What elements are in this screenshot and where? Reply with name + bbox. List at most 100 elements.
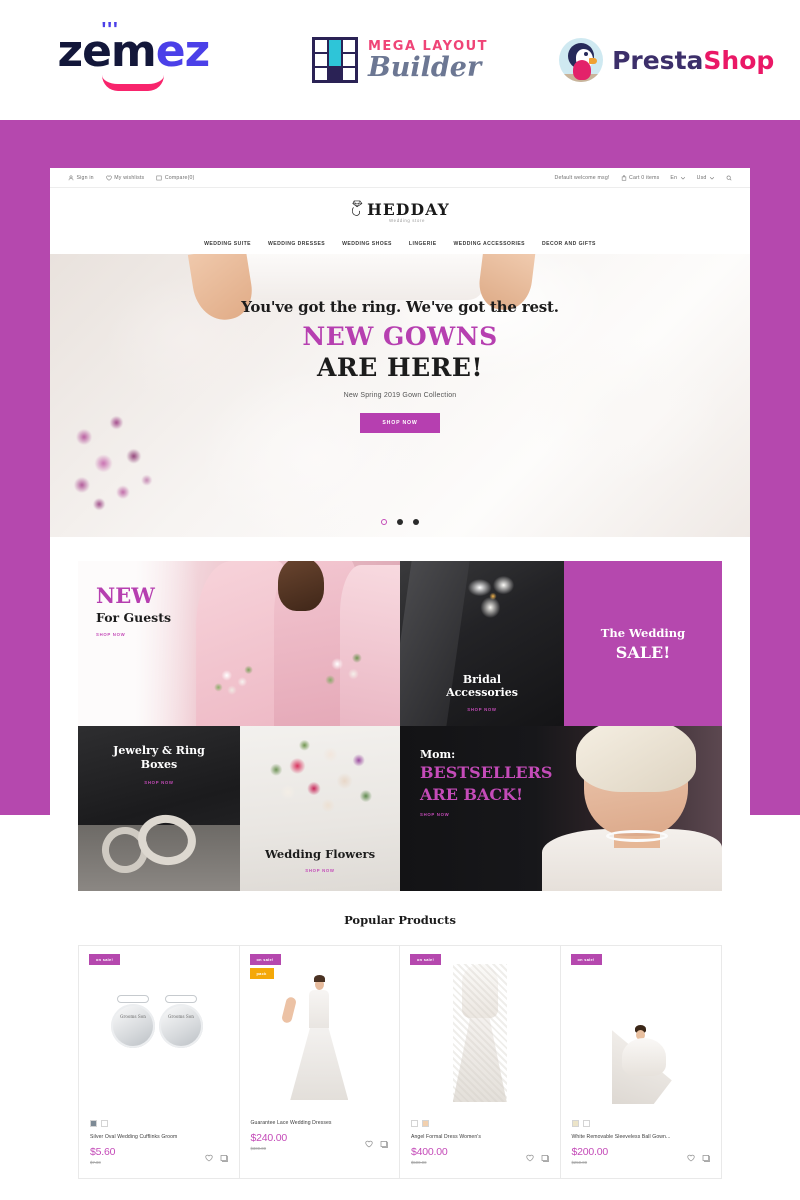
zemez-ez: ez — [155, 25, 210, 77]
promo-tile-wedding-flowers[interactable]: Wedding Flowers SHOP NOW — [240, 726, 400, 891]
carousel-dot-3[interactable] — [413, 519, 419, 525]
nav-item-wedding-shoes[interactable]: WEDDING SHOES — [342, 241, 392, 247]
compare-icon[interactable] — [541, 1154, 549, 1162]
mega-layout-builder-logo[interactable]: MEGA LAYOUT Builder — [267, 37, 534, 83]
color-swatch[interactable] — [101, 1120, 108, 1127]
wishlist-heart-icon[interactable] — [687, 1154, 695, 1162]
tile-jewelry-cta[interactable]: SHOP NOW — [78, 780, 240, 785]
product-name[interactable]: Guarantee Lace Wedding Dresses — [251, 1120, 389, 1127]
tile-jewelry-line2: Boxes — [140, 758, 178, 772]
wishlist-heart-icon[interactable] — [204, 1154, 213, 1162]
prestashop-shop: Shop — [703, 45, 775, 75]
product-name[interactable]: Angel Formal Dress Women's — [411, 1134, 549, 1141]
carousel-dot-1[interactable] — [381, 519, 387, 525]
tile-bridal-cta[interactable]: SHOP NOW — [467, 707, 496, 712]
top-utility-bar: Sign in My wishlists Compare(0) Default … — [50, 168, 750, 188]
promo-tile-bridal-accessories[interactable]: Bridal Accessories SHOP NOW — [400, 561, 564, 726]
promo-tile-mom-bestsellers[interactable]: Mom: BESTSELLERS ARE BACK! SHOP NOW — [400, 726, 722, 891]
cufflinks-image: Grooms Son Grooms Son — [109, 995, 209, 1052]
compare-link[interactable]: Compare(0) — [156, 175, 194, 181]
search-icon — [726, 175, 732, 180]
color-swatch[interactable] — [90, 1120, 97, 1127]
color-swatches[interactable] — [411, 1120, 549, 1127]
wishlists-link[interactable]: My wishlists — [106, 175, 145, 181]
partner-logo-bar: ''' zemez MEGA LAYOUT Builder PrestaShop — [0, 0, 800, 120]
hero-banner: You've got the ring. We've got the rest.… — [50, 254, 750, 537]
product-image[interactable]: on sale! pack — [240, 946, 400, 1112]
product-card[interactable]: on sale! Grooms Son Grooms Son Silver Ov… — [79, 946, 240, 1178]
mlb-line2: Builder — [367, 52, 482, 83]
product-image[interactable]: on sale! — [400, 946, 560, 1112]
color-swatch[interactable] — [422, 1120, 429, 1127]
tile-sale-line1: The Wedding — [600, 625, 686, 640]
promo-tile-wedding-sale[interactable]: The Wedding SALE! — [564, 561, 722, 726]
product-badge-sale: on sale! — [410, 954, 442, 965]
hero-headline-1: You've got the ring. We've got the rest. — [241, 298, 559, 316]
color-swatch[interactable] — [582, 1120, 590, 1127]
product-card[interactable]: on sale! pack Guarantee Lace Wedding Dre… — [239, 946, 400, 1178]
wishlist-heart-icon[interactable] — [525, 1154, 534, 1162]
chevron-down-icon — [709, 176, 715, 180]
site-header: HEDDAY Wedding store — [50, 188, 750, 234]
orchid-flower-image — [460, 569, 526, 631]
tile-sale-line2: SALE! — [615, 642, 671, 662]
compare-icon[interactable] — [380, 1140, 388, 1148]
color-swatch[interactable] — [571, 1120, 579, 1127]
promo-tile-jewelry-ring-boxes[interactable]: Jewelry & Ring Boxes SHOP NOW — [78, 726, 240, 891]
welcome-message: Default welcome msg! — [555, 175, 610, 181]
zemez-smile-icon — [102, 75, 165, 91]
sign-in-link[interactable]: Sign in — [68, 175, 94, 181]
cart-link[interactable]: Cart 0 items — [621, 175, 660, 181]
nav-item-wedding-dresses[interactable]: WEDDING DRESSES — [268, 241, 325, 247]
zemez-logo[interactable]: ''' zemez — [0, 19, 267, 91]
sign-in-label: Sign in — [76, 174, 94, 181]
nav-item-wedding-accessories[interactable]: WEDDING ACCESSORIES — [454, 241, 525, 247]
tile-guests-cta[interactable]: SHOP NOW — [96, 632, 400, 637]
ball-gown-image — [611, 1025, 672, 1104]
currency-selector[interactable]: Usd — [697, 175, 715, 181]
color-swatches[interactable] — [571, 1120, 711, 1127]
product-old-price: $500.00 — [411, 1159, 427, 1165]
carousel-dot-2[interactable] — [397, 519, 403, 525]
color-swatch[interactable] — [411, 1120, 418, 1127]
wishlist-heart-icon[interactable] — [365, 1140, 373, 1148]
tile-flowers-title: Wedding Flowers — [264, 847, 376, 861]
color-swatches[interactable] — [90, 1120, 228, 1127]
zemez-wordmark: zemez — [57, 29, 210, 74]
compare-icon[interactable] — [702, 1154, 710, 1162]
hero-subtitle: New Spring 2019 Gown Collection — [343, 392, 457, 399]
wishlists-label: My wishlists — [114, 174, 145, 181]
tile-jewelry-line1: Jewelry & Ring — [113, 744, 205, 757]
language-selector[interactable]: En — [670, 175, 685, 181]
user-icon — [68, 174, 74, 180]
hero-headline-2: NEW GOWNS — [302, 322, 498, 351]
product-card[interactable]: on sale! White Removable Sleeveless Ball… — [560, 946, 722, 1178]
product-image[interactable]: on sale! — [561, 946, 722, 1112]
prestashop-logo[interactable]: PrestaShop — [533, 38, 800, 82]
product-image[interactable]: on sale! Grooms Son Grooms Son — [79, 946, 239, 1112]
product-name[interactable]: Silver Oval Wedding Cufflinks Groom — [90, 1134, 228, 1141]
tile-mom-cta[interactable]: SHOP NOW — [420, 812, 722, 817]
product-card[interactable]: on sale! Angel Formal Dress Women's $400 — [400, 946, 561, 1178]
main-navigation: WEDDING SUITE WEDDING DRESSES WEDDING SH… — [50, 234, 750, 254]
search-button[interactable] — [726, 175, 732, 181]
cart-icon — [621, 174, 626, 181]
product-old-price: $250.00 — [571, 1159, 588, 1165]
product-price: $5.60 — [90, 1145, 116, 1158]
nav-item-decor-and-gifts[interactable]: DECOR AND GIFTS — [542, 241, 596, 247]
site-logo[interactable]: HEDDAY Wedding store — [350, 199, 450, 223]
zemez-em: em — [82, 25, 157, 77]
product-name[interactable]: White Removable Sleeveless Ball Gown... — [572, 1134, 711, 1141]
nav-item-wedding-suite[interactable]: WEDDING SUITE — [204, 241, 251, 247]
tile-flowers-cta[interactable]: SHOP NOW — [305, 868, 334, 873]
welcome-label: Default welcome msg! — [554, 174, 610, 181]
product-old-price: $300.00 — [250, 1145, 267, 1151]
compare-icon[interactable] — [220, 1154, 228, 1162]
nav-item-lingerie[interactable]: LINGERIE — [409, 241, 437, 247]
promo-tile-new-for-guests[interactable]: NEW For Guests SHOP NOW — [78, 561, 400, 726]
currency-label: Usd — [696, 174, 707, 181]
product-price: $200.00 — [571, 1145, 609, 1158]
promo-tiles-row-1: NEW For Guests SHOP NOW Bridal Accessori… — [78, 561, 722, 726]
zemez-tilde-icon: ''' — [101, 18, 119, 41]
hero-shop-now-button[interactable]: SHOP NOW — [360, 413, 440, 433]
